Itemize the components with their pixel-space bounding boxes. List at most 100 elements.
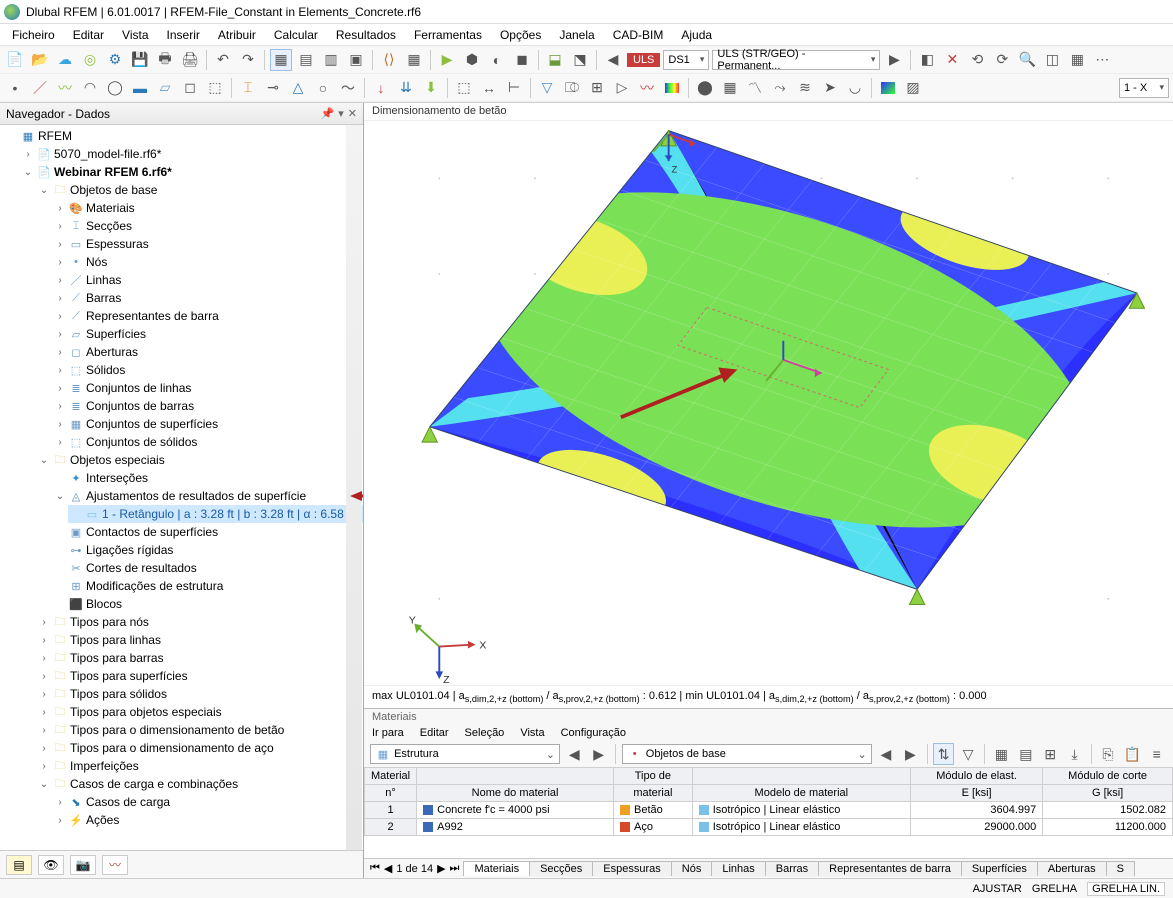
calculate-icon[interactable]: ⚙ bbox=[104, 49, 126, 71]
tree-item[interactable]: Tipos para superfícies bbox=[70, 669, 188, 683]
save-all-icon[interactable]: 🖶 bbox=[154, 49, 176, 71]
spring-icon[interactable]: 〜 bbox=[337, 77, 359, 99]
tree-base-objects[interactable]: Objetos de base bbox=[70, 183, 157, 197]
measure-icon[interactable]: ↔ bbox=[478, 77, 500, 99]
view-iso-icon[interactable]: ◧ bbox=[916, 49, 938, 71]
deform-icon[interactable]: ⤳ bbox=[769, 77, 791, 99]
cell-e[interactable]: 3604.997 bbox=[910, 802, 1042, 819]
undo-icon[interactable]: ↶ bbox=[212, 49, 234, 71]
dp-table-icon[interactable]: ▦ bbox=[991, 743, 1011, 765]
status-adjust[interactable]: AJUSTAR bbox=[973, 883, 1022, 895]
dp-menu-goto[interactable]: Ir para bbox=[372, 727, 404, 739]
polyline-icon[interactable]: 〰 bbox=[54, 77, 76, 99]
cell-g[interactable]: 1502.082 bbox=[1043, 802, 1173, 819]
tree-item[interactable]: Representantes de barra bbox=[86, 309, 219, 323]
dp-export-icon[interactable]: ⤓ bbox=[1064, 743, 1084, 765]
tree-item[interactable]: Conjuntos de linhas bbox=[86, 381, 191, 395]
status-gridlin[interactable]: GRELHA LIN. bbox=[1087, 882, 1165, 896]
add-model-icon[interactable]: ◎ bbox=[79, 49, 101, 71]
smooth-icon[interactable]: ◡ bbox=[844, 77, 866, 99]
tree-item[interactable]: Tipos para nós bbox=[70, 615, 149, 629]
dp-combo-baseobjects[interactable]: • Objetos de base bbox=[622, 744, 872, 764]
cell-model[interactable]: Isotrópico | Linear elástico bbox=[692, 819, 910, 836]
materials-grid[interactable]: Material Tipo de Módulo de elast. Módulo… bbox=[364, 767, 1173, 858]
menu-edit[interactable]: Editar bbox=[65, 26, 112, 44]
data-tab[interactable]: Espessuras bbox=[592, 861, 671, 876]
tree-adjust-item[interactable]: 1 - Retângulo | a : 3.28 ft | b : 3.28 f… bbox=[102, 507, 360, 521]
nav-right-icon[interactable]: ▶ bbox=[883, 49, 905, 71]
dp-row-icon[interactable]: ≡ bbox=[1147, 743, 1167, 765]
nav-tab-views-icon[interactable]: 📷 bbox=[70, 855, 96, 875]
page-next-icon[interactable]: ▶ bbox=[437, 862, 445, 875]
tree-item[interactable]: Contactos de superfícies bbox=[86, 525, 218, 539]
save-icon[interactable]: 💾 bbox=[129, 49, 151, 71]
tree-item[interactable]: Sólidos bbox=[86, 363, 125, 377]
nav-left-icon[interactable]: ◀ bbox=[602, 49, 624, 71]
menu-file[interactable]: Ficheiro bbox=[4, 26, 63, 44]
release-icon[interactable]: ⊸ bbox=[262, 77, 284, 99]
loadcase-small-combo[interactable]: DS1 bbox=[663, 50, 709, 70]
redo-icon[interactable]: ↷ bbox=[237, 49, 259, 71]
tree-root[interactable]: RFEM bbox=[38, 129, 72, 143]
tree-item[interactable]: Materiais bbox=[86, 201, 135, 215]
colormap-icon[interactable] bbox=[661, 77, 683, 99]
loadcase-large-combo[interactable]: ULS (STR/GEO) - Permanent... bbox=[712, 50, 880, 70]
tree-item[interactable]: Tipos para objetos especiais bbox=[70, 705, 222, 719]
view-more-icon[interactable]: ⋯ bbox=[1091, 49, 1113, 71]
calc-run-icon[interactable]: ▶ bbox=[436, 49, 458, 71]
dp-nav-left2-icon[interactable]: ◀ bbox=[876, 743, 896, 765]
cell-g[interactable]: 11200.000 bbox=[1043, 819, 1173, 836]
view-grid-icon[interactable]: ▦ bbox=[1066, 49, 1088, 71]
navigator-menu-icon[interactable]: ▾ bbox=[338, 107, 344, 120]
tree-item[interactable]: Cortes de resultados bbox=[86, 561, 197, 575]
menu-results[interactable]: Resultados bbox=[328, 26, 404, 44]
data-tab[interactable]: Materiais bbox=[463, 861, 530, 876]
print-icon[interactable]: 🖨 bbox=[179, 49, 201, 71]
data-tab[interactable]: Nós bbox=[671, 861, 713, 876]
status-grid[interactable]: GRELHA bbox=[1032, 883, 1077, 895]
dp-grid-icon[interactable]: ⊞ bbox=[1040, 743, 1060, 765]
member-icon[interactable]: ▬ bbox=[129, 77, 151, 99]
tree-item[interactable]: Casos de carga bbox=[86, 795, 170, 809]
select-icon[interactable]: ⬚ bbox=[453, 77, 475, 99]
results-on-icon[interactable]: ⬤ bbox=[694, 77, 716, 99]
tree-item[interactable]: Nós bbox=[86, 255, 107, 269]
dp-menu-view[interactable]: Vista bbox=[520, 727, 544, 739]
render-wire-icon[interactable]: ▨ bbox=[902, 77, 924, 99]
tree-item[interactable]: Ações bbox=[86, 813, 119, 827]
tree-intersections[interactable]: Interseções bbox=[86, 471, 148, 485]
filter-icon[interactable]: ▽ bbox=[536, 77, 558, 99]
circle-icon[interactable]: ◯ bbox=[104, 77, 126, 99]
tree-item[interactable]: Secções bbox=[86, 219, 132, 233]
tree-item[interactable]: Aberturas bbox=[86, 345, 138, 359]
layout-1-icon[interactable]: ▦ bbox=[270, 49, 292, 71]
dp-nav-right2-icon[interactable]: ▶ bbox=[900, 743, 920, 765]
menu-insert[interactable]: Inserir bbox=[159, 26, 208, 44]
page-prev-icon[interactable]: ◀ bbox=[384, 862, 392, 875]
table-row[interactable]: 2 A992 Aço Isotrópico | Linear elástico … bbox=[365, 819, 1173, 836]
cell-model[interactable]: Isotrópico | Linear elástico bbox=[692, 802, 910, 819]
dp-columns-icon[interactable]: ▤ bbox=[1016, 743, 1036, 765]
layout-4-icon[interactable]: ▣ bbox=[345, 49, 367, 71]
vector-icon[interactable]: ➤ bbox=[819, 77, 841, 99]
menu-calculate[interactable]: Calcular bbox=[266, 26, 326, 44]
design-1-icon[interactable]: ⬓ bbox=[544, 49, 566, 71]
nav-tab-data-icon[interactable]: ▤ bbox=[6, 855, 32, 875]
menu-bar[interactable]: Ficheiro Editar Vista Inserir Atribuir C… bbox=[0, 24, 1173, 46]
menu-view[interactable]: Vista bbox=[114, 26, 156, 44]
navigator-close-icon[interactable]: ✕ bbox=[348, 107, 357, 120]
support-icon[interactable]: △ bbox=[287, 77, 309, 99]
dp-menu-edit[interactable]: Editar bbox=[420, 727, 449, 739]
data-tab[interactable]: Aberturas bbox=[1037, 861, 1107, 876]
tree-item[interactable]: Superfícies bbox=[86, 327, 146, 341]
dp-filter-icon[interactable]: ▽ bbox=[958, 743, 978, 765]
tree-item[interactable]: Barras bbox=[86, 291, 121, 305]
table-icon[interactable]: ▦ bbox=[403, 49, 425, 71]
tree-item[interactable]: Tipos para barras bbox=[70, 651, 164, 665]
results-diag-icon[interactable]: 〽 bbox=[744, 77, 766, 99]
tree-item[interactable]: Conjuntos de sólidos bbox=[86, 435, 197, 449]
menu-cad[interactable]: CAD-BIM bbox=[605, 26, 672, 44]
col-name[interactable] bbox=[417, 768, 614, 785]
cell-type[interactable]: Aço bbox=[614, 819, 693, 836]
load-line-icon[interactable]: ⇊ bbox=[395, 77, 417, 99]
